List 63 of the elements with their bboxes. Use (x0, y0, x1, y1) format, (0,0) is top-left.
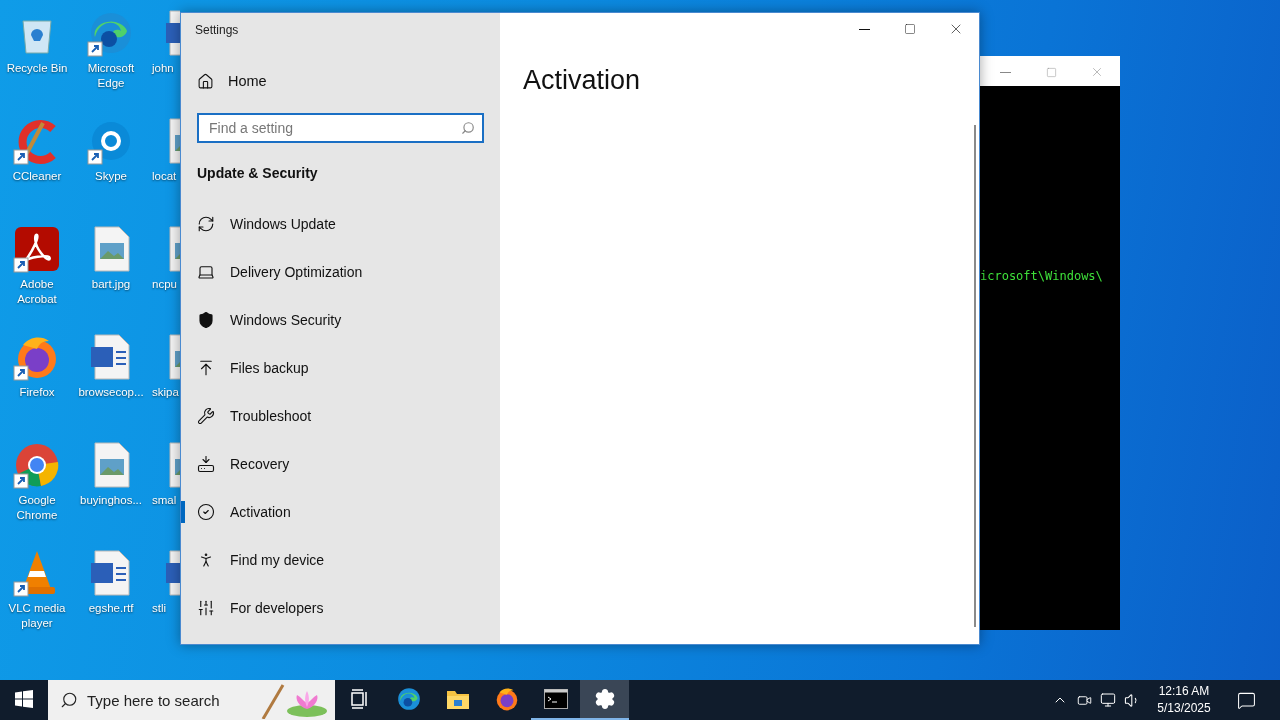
task-view-icon (349, 689, 370, 709)
chrome-icon[interactable] (13, 441, 61, 489)
sliders-icon (197, 599, 215, 617)
maximize-icon (1045, 66, 1057, 78)
desktop-icon-label[interactable]: egshe.rtf (75, 601, 147, 616)
search-icon (60, 691, 78, 709)
search-icon (461, 121, 475, 135)
refresh-icon (197, 215, 215, 233)
desktop-icon-label[interactable]: locat (152, 169, 177, 184)
taskbar-search-field[interactable]: Type here to search (48, 680, 335, 720)
clock[interactable]: 12:16 AM 5/13/2025 (1144, 683, 1224, 717)
nav-item[interactable]: Windows Security (181, 296, 500, 344)
wrench-icon (197, 407, 215, 425)
folder-icon (445, 688, 470, 710)
desktop-icon-label[interactable]: john (152, 61, 174, 76)
nav-item[interactable]: Find my device (181, 536, 500, 584)
desktop-icon-label[interactable]: stli (152, 601, 167, 616)
laptop-icon (197, 263, 215, 281)
desktop-icon-label[interactable]: bart.jpg (75, 277, 147, 292)
desktop-icon-label[interactable]: Adobe Acrobat (1, 277, 73, 307)
maximize-icon (904, 23, 916, 35)
desktop-icon-label[interactable]: browsecop... (75, 385, 147, 400)
nav-item[interactable]: For developers (181, 584, 500, 632)
window-title: Settings (194, 22, 240, 39)
edge-icon (395, 686, 422, 712)
desktop-icon-label[interactable]: ncpu (152, 277, 177, 292)
windows-logo-icon (15, 690, 33, 708)
settings-icon (593, 688, 616, 710)
drive-icon (197, 455, 215, 473)
desktop-icon-label[interactable]: Firefox (1, 385, 73, 400)
desktop-icon-label[interactable]: Microsoft Edge (75, 61, 147, 91)
nav-item[interactable]: Windows Update (181, 200, 500, 248)
page-title: Activation (523, 65, 642, 96)
nav-item[interactable]: Troubleshoot (181, 392, 500, 440)
home-icon (197, 72, 214, 90)
close-icon (1090, 65, 1104, 79)
nav-item[interactable]: Delivery Optimization (181, 248, 500, 296)
desktop-icon-label[interactable]: CCleaner (1, 169, 73, 184)
home-link[interactable]: Home (181, 49, 500, 93)
acrobat-icon[interactable] (13, 225, 61, 273)
scrollbar[interactable] (974, 125, 976, 627)
console-text: icrosoft\Windows\ (980, 269, 1104, 283)
network-icon[interactable] (1100, 692, 1116, 708)
notification-icon[interactable] (1236, 690, 1256, 710)
check-circle-icon (197, 503, 215, 521)
nav-item[interactable]: Recovery (181, 440, 500, 488)
desktop-icon-label[interactable]: buyinghos... (75, 493, 147, 508)
shield-icon (197, 311, 215, 329)
desktop-icon-label[interactable]: Google Chrome (1, 493, 73, 523)
desktop-icon-label[interactable]: smal (152, 493, 177, 508)
minimize-icon (858, 28, 870, 30)
upload-icon (197, 359, 215, 377)
desktop-icon-label[interactable]: skipa (152, 385, 179, 400)
desktop-icon-label[interactable]: VLC media player (1, 601, 73, 631)
minimize-icon (999, 71, 1011, 73)
nav-item[interactable]: Activation (181, 488, 500, 536)
taskbar-app-button[interactable] (580, 680, 629, 720)
desktop-icon-label[interactable]: Skype (75, 169, 147, 184)
nav-item[interactable]: Files backup (181, 344, 500, 392)
section-heading: Update & Security (196, 164, 319, 183)
terminal-icon (543, 689, 568, 709)
desktop-icon-label[interactable]: Recycle Bin (1, 61, 73, 76)
search-field[interactable]: Find a setting (197, 113, 484, 143)
